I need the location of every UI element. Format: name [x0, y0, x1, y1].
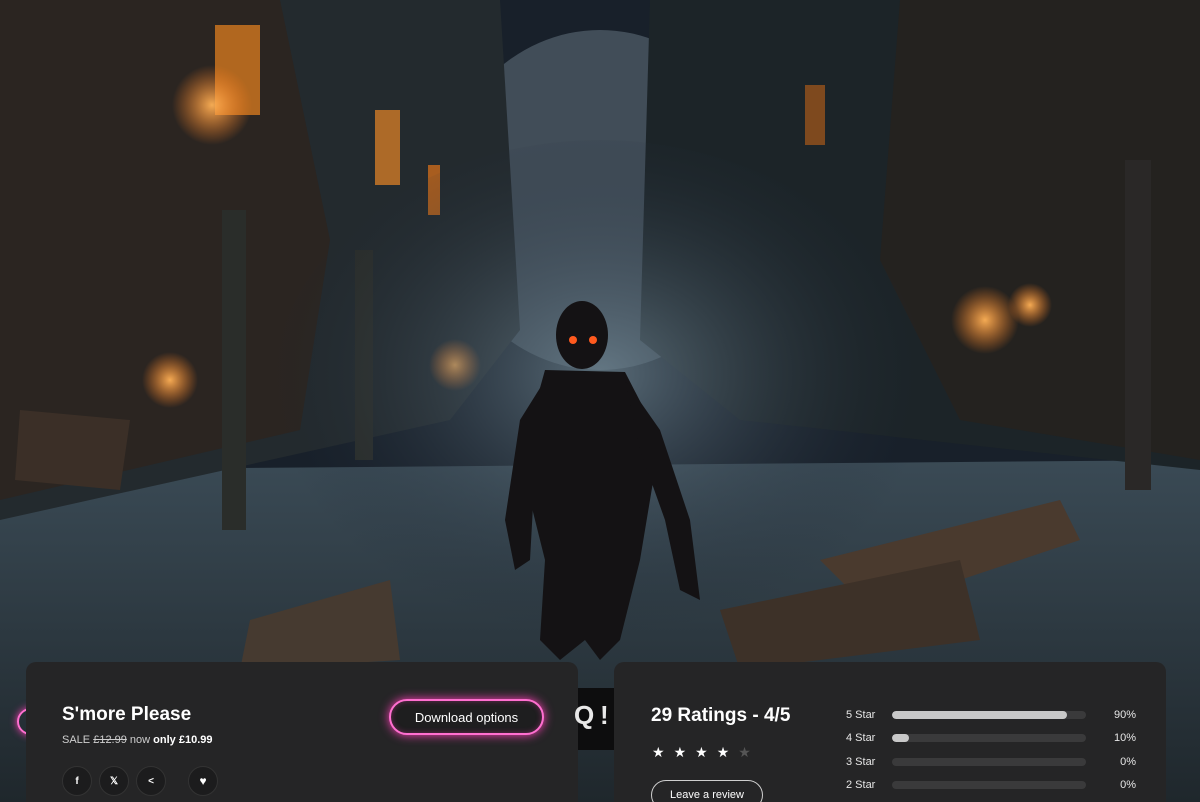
- media-controls-strip: Q !: [574, 688, 614, 750]
- leave-review-button[interactable]: Leave a review: [651, 780, 763, 802]
- rating-bar: [892, 781, 1086, 790]
- price-line: SALE £12.99 now only £10.99: [62, 734, 213, 746]
- ratings-card: 29 Ratings - 4/5 ★ ★ ★ ★ ★ Leave a review 5 …: [614, 662, 1166, 802]
- rating-bar-fill: [892, 710, 1067, 719]
- share-icon[interactable]: <: [136, 766, 166, 796]
- rating-distribution: 5 Star 90% 4 Star 10% 3 Star 0% 2 Star 0%: [846, 703, 1136, 797]
- rating-row-label: 2 Star: [846, 779, 876, 792]
- search-icon[interactable]: Q: [574, 700, 594, 731]
- rating-row-percent: 0%: [1120, 779, 1136, 792]
- share-row: f 𝕏 < ♥: [62, 766, 218, 796]
- rating-row-label: 3 Star: [846, 755, 876, 768]
- star-icon: ★: [695, 744, 708, 760]
- rating-row: 3 Star 0%: [846, 750, 1136, 774]
- now-text: now: [129, 734, 151, 746]
- product-card: S'more Please SALE £12.99 now only £10.9…: [26, 662, 578, 802]
- rating-row-percent: 90%: [1113, 708, 1136, 721]
- ratings-title: 29 Ratings - 4/5: [651, 705, 791, 726]
- old-price: £12.99: [93, 734, 127, 746]
- sale-prefix: SALE: [62, 734, 91, 746]
- rating-row: 4 Star 10%: [846, 727, 1136, 751]
- only-text: only: [153, 734, 176, 746]
- download-options-button[interactable]: Download options: [389, 699, 544, 735]
- product-title: S'more Please: [62, 704, 192, 725]
- star-icon: ★: [673, 744, 687, 760]
- wishlist-heart-icon[interactable]: ♥: [188, 766, 218, 796]
- rating-bar: [892, 734, 1086, 743]
- rating-bar-fill: [892, 734, 910, 743]
- rating-row-label: 5 Star: [846, 708, 876, 721]
- rating-row: 2 Star 0%: [846, 774, 1136, 798]
- star-icon: ★: [652, 744, 665, 760]
- rating-bar: [892, 757, 1086, 766]
- info-icon[interactable]: !: [600, 700, 609, 731]
- rating-bar: [892, 710, 1086, 719]
- x-twitter-icon[interactable]: 𝕏: [99, 766, 129, 796]
- rating-row-percent: 0%: [1120, 755, 1136, 768]
- star-rating: ★ ★ ★ ★ ★: [652, 744, 751, 761]
- facebook-icon[interactable]: f: [62, 766, 92, 796]
- sale-price: £10.99: [178, 734, 213, 746]
- rating-row-percent: 10%: [1113, 732, 1136, 745]
- rating-row: 5 Star 90%: [846, 703, 1136, 727]
- star-icon: ★: [738, 744, 751, 760]
- rating-row-label: 4 Star: [846, 732, 876, 745]
- star-icon: ★: [716, 744, 730, 760]
